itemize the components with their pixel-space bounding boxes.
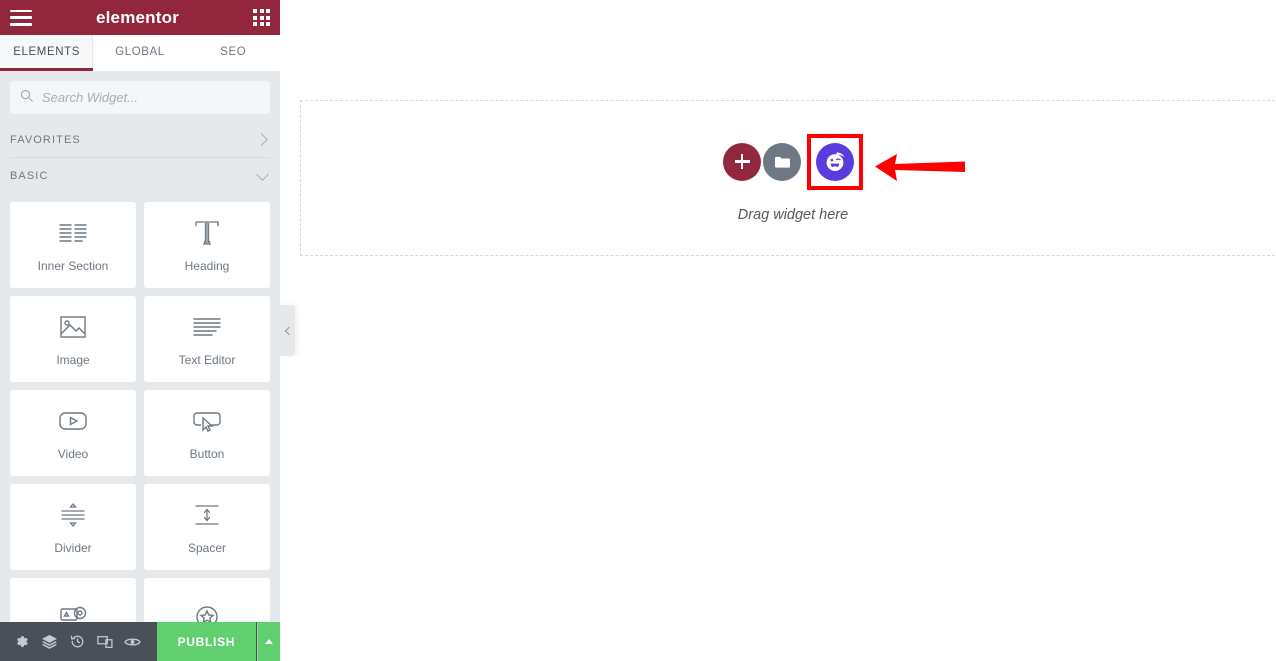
panel-footer-toolbar: PUBLISH — [0, 622, 280, 661]
navigator-layers-icon[interactable] — [36, 622, 64, 661]
widget-text-editor[interactable]: Text Editor — [144, 296, 270, 382]
panel-collapse-handle[interactable] — [280, 305, 295, 356]
ai-widget-highlight-box — [807, 133, 863, 190]
settings-gear-icon[interactable] — [8, 622, 36, 661]
category-favorites-label: FAVORITES — [10, 133, 81, 146]
panel-tabs: ELEMENTS GLOBAL SEO — [0, 35, 280, 71]
widget-spacer[interactable]: Spacer — [144, 484, 270, 570]
category-basic-label: BASIC — [10, 170, 49, 182]
widget-label: Inner Section — [37, 258, 109, 273]
search-box[interactable] — [10, 81, 270, 114]
editor-canvas: Drag widget here — [280, 0, 1276, 661]
elementor-logo: elementor — [95, 8, 180, 27]
widget-image[interactable]: Image — [10, 296, 136, 382]
button-icon — [190, 406, 224, 436]
widget-star-rating[interactable] — [144, 578, 270, 622]
text-editor-icon — [190, 312, 224, 342]
search-section — [0, 71, 280, 122]
chevron-right-icon — [255, 133, 268, 146]
hamburger-menu-icon[interactable] — [10, 9, 32, 26]
category-favorites[interactable]: FAVORITES — [10, 122, 270, 158]
divider-icon — [56, 500, 90, 530]
preview-eye-icon[interactable] — [119, 622, 147, 661]
widget-video[interactable]: Video — [10, 390, 136, 476]
star-rating-icon — [190, 601, 224, 622]
ai-smiley-icon — [826, 151, 845, 171]
widget-label: Divider — [54, 540, 92, 555]
spacer-icon — [190, 500, 224, 530]
search-input[interactable] — [42, 90, 260, 105]
left-arrow-annotation — [875, 154, 965, 181]
search-icon — [20, 89, 33, 107]
widget-label: Button — [189, 446, 225, 461]
widget-label: Video — [57, 446, 89, 461]
widget-button[interactable]: Button — [144, 390, 270, 476]
image-icon — [56, 312, 90, 342]
responsive-mode-icon[interactable] — [91, 622, 119, 661]
basic-widget-grid: Inner Section Heading Image Text Editor … — [10, 194, 270, 622]
heading-icon — [190, 218, 224, 248]
widget-heading[interactable]: Heading — [144, 202, 270, 288]
chevron-left-icon — [284, 326, 293, 335]
elementor-editor: elementor ELEMENTS GLOBAL SEO Search Wid… — [0, 0, 1276, 661]
widget-label: Text Editor — [178, 352, 236, 367]
widget-list[interactable]: FAVORITES BASIC Inner Section Heading Im… — [0, 122, 280, 622]
apps-grid-icon[interactable] — [253, 9, 270, 26]
dropzone-label: Drag widget here — [737, 206, 849, 223]
widget-google-maps[interactable] — [10, 578, 136, 622]
widget-label: Heading — [184, 258, 230, 273]
widget-label: Spacer — [187, 540, 227, 555]
chevron-down-icon — [256, 167, 269, 181]
widget-inner-section[interactable]: Inner Section — [10, 202, 136, 288]
add-new-section-button[interactable] — [723, 142, 761, 181]
publish-button[interactable]: PUBLISH — [156, 622, 257, 661]
section-dropzone[interactable]: Drag widget here — [300, 100, 1276, 256]
widget-label: Image — [56, 352, 90, 367]
tab-global[interactable]: GLOBAL — [93, 35, 187, 71]
inner-section-icon — [56, 218, 90, 248]
elementor-panel: elementor ELEMENTS GLOBAL SEO Search Wid… — [0, 0, 280, 661]
folder-icon — [774, 156, 790, 168]
caret-up-icon — [265, 639, 274, 644]
tab-seo[interactable]: SEO — [186, 35, 280, 71]
dropzone-buttons — [723, 133, 863, 190]
ai-widget-button[interactable] — [816, 142, 854, 181]
google-maps-icon — [56, 601, 90, 623]
video-icon — [56, 406, 90, 436]
panel-header: elementor — [0, 0, 280, 35]
history-icon[interactable] — [63, 622, 91, 661]
dropzone-content: Drag widget here — [723, 133, 863, 223]
tab-elements[interactable]: ELEMENTS — [0, 35, 94, 71]
category-basic[interactable]: BASIC — [10, 158, 270, 194]
widget-divider[interactable]: Divider — [10, 484, 136, 570]
publish-options-caret-icon[interactable] — [257, 622, 280, 661]
add-template-button[interactable] — [763, 142, 801, 181]
